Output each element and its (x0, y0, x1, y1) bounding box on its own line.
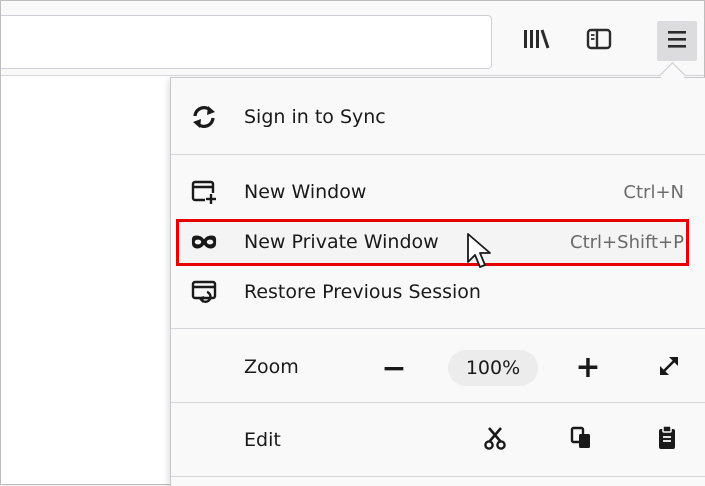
new-window-item[interactable]: New Window Ctrl+N (171, 169, 705, 215)
fullscreen-button[interactable] (649, 350, 689, 386)
open-menu-button[interactable] (657, 21, 697, 61)
cut-button[interactable] (477, 422, 513, 458)
new-window-label: New Window (244, 181, 367, 203)
menu-separator (171, 154, 705, 155)
navigation-toolbar (1, 1, 704, 76)
restore-session-item[interactable]: Restore Previous Session (171, 269, 705, 315)
zoom-out-button[interactable]: − (374, 350, 414, 386)
zoom-label: Zoom (244, 356, 299, 378)
fullscreen-icon (657, 354, 681, 383)
hamburger-menu-icon (665, 28, 689, 54)
zoom-row: Zoom (171, 344, 705, 390)
paste-icon (657, 424, 677, 456)
zoom-in-button[interactable]: + (568, 348, 608, 386)
menu-separator (171, 476, 705, 477)
sidebar-icon (586, 27, 612, 55)
new-window-icon (191, 179, 217, 205)
library-icon (522, 27, 550, 55)
sync-icon (191, 104, 217, 130)
sign-in-sync-label: Sign in to Sync (244, 106, 386, 128)
sidebar-button[interactable] (579, 21, 619, 61)
edit-row: Edit (171, 417, 705, 463)
mouse-cursor-icon (466, 232, 494, 274)
paste-button[interactable] (649, 422, 685, 458)
copy-button[interactable] (563, 422, 599, 458)
sign-in-sync-item[interactable]: Sign in to Sync (171, 94, 705, 140)
new-window-shortcut: Ctrl+N (623, 181, 684, 203)
cut-icon (484, 426, 506, 455)
menu-separator (171, 328, 705, 329)
restore-session-label: Restore Previous Session (244, 281, 481, 303)
restore-session-icon (191, 279, 217, 305)
library-button[interactable] (516, 21, 556, 61)
copy-icon (570, 426, 592, 455)
zoom-reset-button[interactable]: 100% (448, 350, 538, 386)
highlight-box (176, 219, 689, 266)
app-menu-panel: Sign in to Sync New Window Ctrl+N New Pr… (170, 77, 705, 486)
url-bar[interactable] (1, 15, 492, 69)
edit-label: Edit (244, 429, 281, 451)
menu-separator (171, 402, 705, 403)
